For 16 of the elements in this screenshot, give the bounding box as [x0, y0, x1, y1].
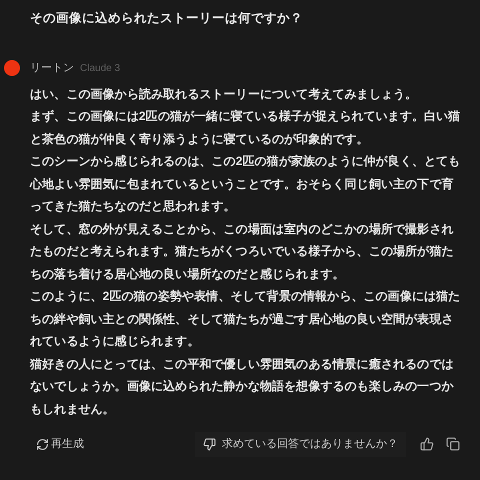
answer-paragraph: このように、2匹の猫の姿勢や表情、そして背景の情報から、この画像には猫たちの絆や飼い主との関係性、そして猫たちが過ごす居心地の良い空間が表現されているように感じられます。: [30, 288, 462, 350]
answer-paragraph: このシーンから感じられるのは、この2匹の猫が家族のように仲が良く、とても心地よい雰囲気に包まれているということです。おそらく同じ飼い主の下で育ってきた猫たちなのだと思われます。: [30, 153, 462, 215]
question-text: その画像に込められたストーリーは何ですか？: [30, 10, 304, 27]
responder-name: リートン: [30, 61, 74, 76]
copy-button[interactable]: [446, 437, 460, 452]
refresh-icon: [36, 438, 49, 451]
answer-paragraph: そして、窓の外が見えることから、この場面は室内のどこかの場所で撮影されたものだと考えられます。猫たちがくつろいでいる様子から、この場所が猫たちの落ち着ける居心地の良い場所なのだと感じられます。: [30, 220, 454, 282]
answer-paragraph: 猫好きの人にとっては、この平和で優しい雰囲気のある情景に癒されるのではないでしょうか。画像に込められた静かな物語を想像するのも楽しみの一つかもしれません。: [30, 356, 454, 418]
like-button[interactable]: [420, 437, 434, 452]
answer-paragraph: はい、この画像から読み取れるストーリーについて考えてみましょう。: [30, 86, 418, 102]
thumbs-down-icon: [203, 438, 216, 451]
regenerate-button[interactable]: 再生成: [36, 436, 84, 452]
model-label: Claude 3: [80, 62, 120, 76]
feedback-button[interactable]: 求めている回答ではありませんか？: [195, 432, 406, 456]
avatar-icon: [4, 60, 20, 76]
answer-paragraph: まず、この画像には2匹の猫が一緒に寝ている様子が捉えられています。白い猫と茶色の猫が仲良く寄り添うように寝ているのが印象的です。: [30, 108, 462, 148]
